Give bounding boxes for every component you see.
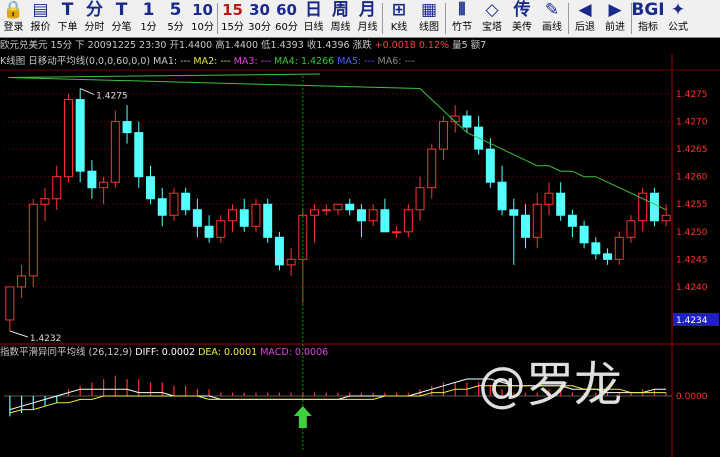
candle-body-up <box>52 176 62 200</box>
price-tick-label: 1.4255 <box>676 200 708 210</box>
candle-body-down <box>345 203 355 211</box>
candle-body-down <box>134 132 144 178</box>
candle-body-down <box>122 121 132 134</box>
candle-body-up <box>614 236 624 260</box>
candle-body-down <box>497 181 507 211</box>
candle-body-up <box>403 209 413 233</box>
dea-value: DEA: 0.0001 <box>198 347 258 358</box>
price-tick-label: 1.4250 <box>676 228 708 238</box>
candle-body-up <box>251 203 261 227</box>
candle-body-up <box>427 148 437 189</box>
candle-body-up <box>40 198 50 205</box>
candle-body-down <box>274 236 284 266</box>
candle-body-down <box>485 148 495 183</box>
candle-body-down <box>567 214 577 227</box>
candle-body-down <box>204 225 214 238</box>
candle-body-up <box>368 209 378 222</box>
candle-body-up <box>216 220 226 238</box>
candle-body-down <box>157 198 167 216</box>
candle-body-down <box>556 192 566 216</box>
candle-body-up <box>5 286 15 321</box>
candle-body-up <box>661 214 671 222</box>
buy-signal-arrow-icon <box>293 406 312 428</box>
candle-body-up <box>169 192 179 216</box>
low-marker <box>9 330 29 338</box>
macd-tick-label: 0.0000 <box>676 392 708 402</box>
candle-body-up <box>99 181 109 189</box>
watermark: @罗龙 <box>478 357 623 413</box>
candle-body-down <box>146 176 155 200</box>
candle-body-down <box>75 99 85 172</box>
candle-body-up <box>544 192 554 205</box>
candle-body-up <box>286 258 296 266</box>
candle-body-down <box>509 209 519 216</box>
candle-body-down <box>521 214 530 238</box>
low-price-label: 1.4232 <box>30 334 62 344</box>
candle-body-down <box>462 115 472 128</box>
candle-body-down <box>263 203 273 238</box>
macd-value: MACD: 0.0006 <box>260 347 329 358</box>
price-tick-label: 1.4245 <box>676 255 708 265</box>
candle-body-up <box>415 187 425 211</box>
high-marker <box>79 88 95 95</box>
candle-body-up <box>228 209 238 222</box>
price-tick-label: 1.4270 <box>676 118 708 128</box>
macd-params: (26,12,9) <box>88 347 133 358</box>
candle-body-down <box>181 192 191 211</box>
candle-body-up <box>310 209 320 216</box>
candle-body-up <box>532 203 542 238</box>
candle-body-up <box>392 231 402 234</box>
candle-body-down <box>380 209 390 233</box>
candle-body-up <box>321 209 331 212</box>
price-tick-label: 1.4260 <box>676 173 708 183</box>
candle-body-down <box>603 253 613 260</box>
high-price-label: 1.4275 <box>96 92 128 102</box>
candle-body-down <box>649 192 659 222</box>
candle-body-down <box>192 209 202 227</box>
price-tick-label: 1.4240 <box>676 283 708 293</box>
current-price-label: 1.4234 <box>676 316 708 326</box>
price-tick-label: 1.4265 <box>676 145 708 155</box>
candle-body-down <box>591 242 601 255</box>
candle-body-down <box>239 209 249 227</box>
candle-body-up <box>626 220 636 238</box>
candle-body-up <box>28 203 38 277</box>
candle-body-up <box>63 99 73 178</box>
candle-body-up <box>110 121 120 183</box>
candle-body-up <box>17 275 27 288</box>
macd-title[interactable]: 指数平滑异同平均线 <box>0 347 86 358</box>
candle-body-down <box>356 209 366 222</box>
price-tick-label: 1.4275 <box>676 90 708 100</box>
candle-body-up <box>333 203 343 211</box>
diff-value: DIFF: 0.0002 <box>135 347 196 358</box>
candle-body-up <box>438 121 448 150</box>
candle-body-down <box>87 170 97 189</box>
candle-body-down <box>579 225 589 244</box>
